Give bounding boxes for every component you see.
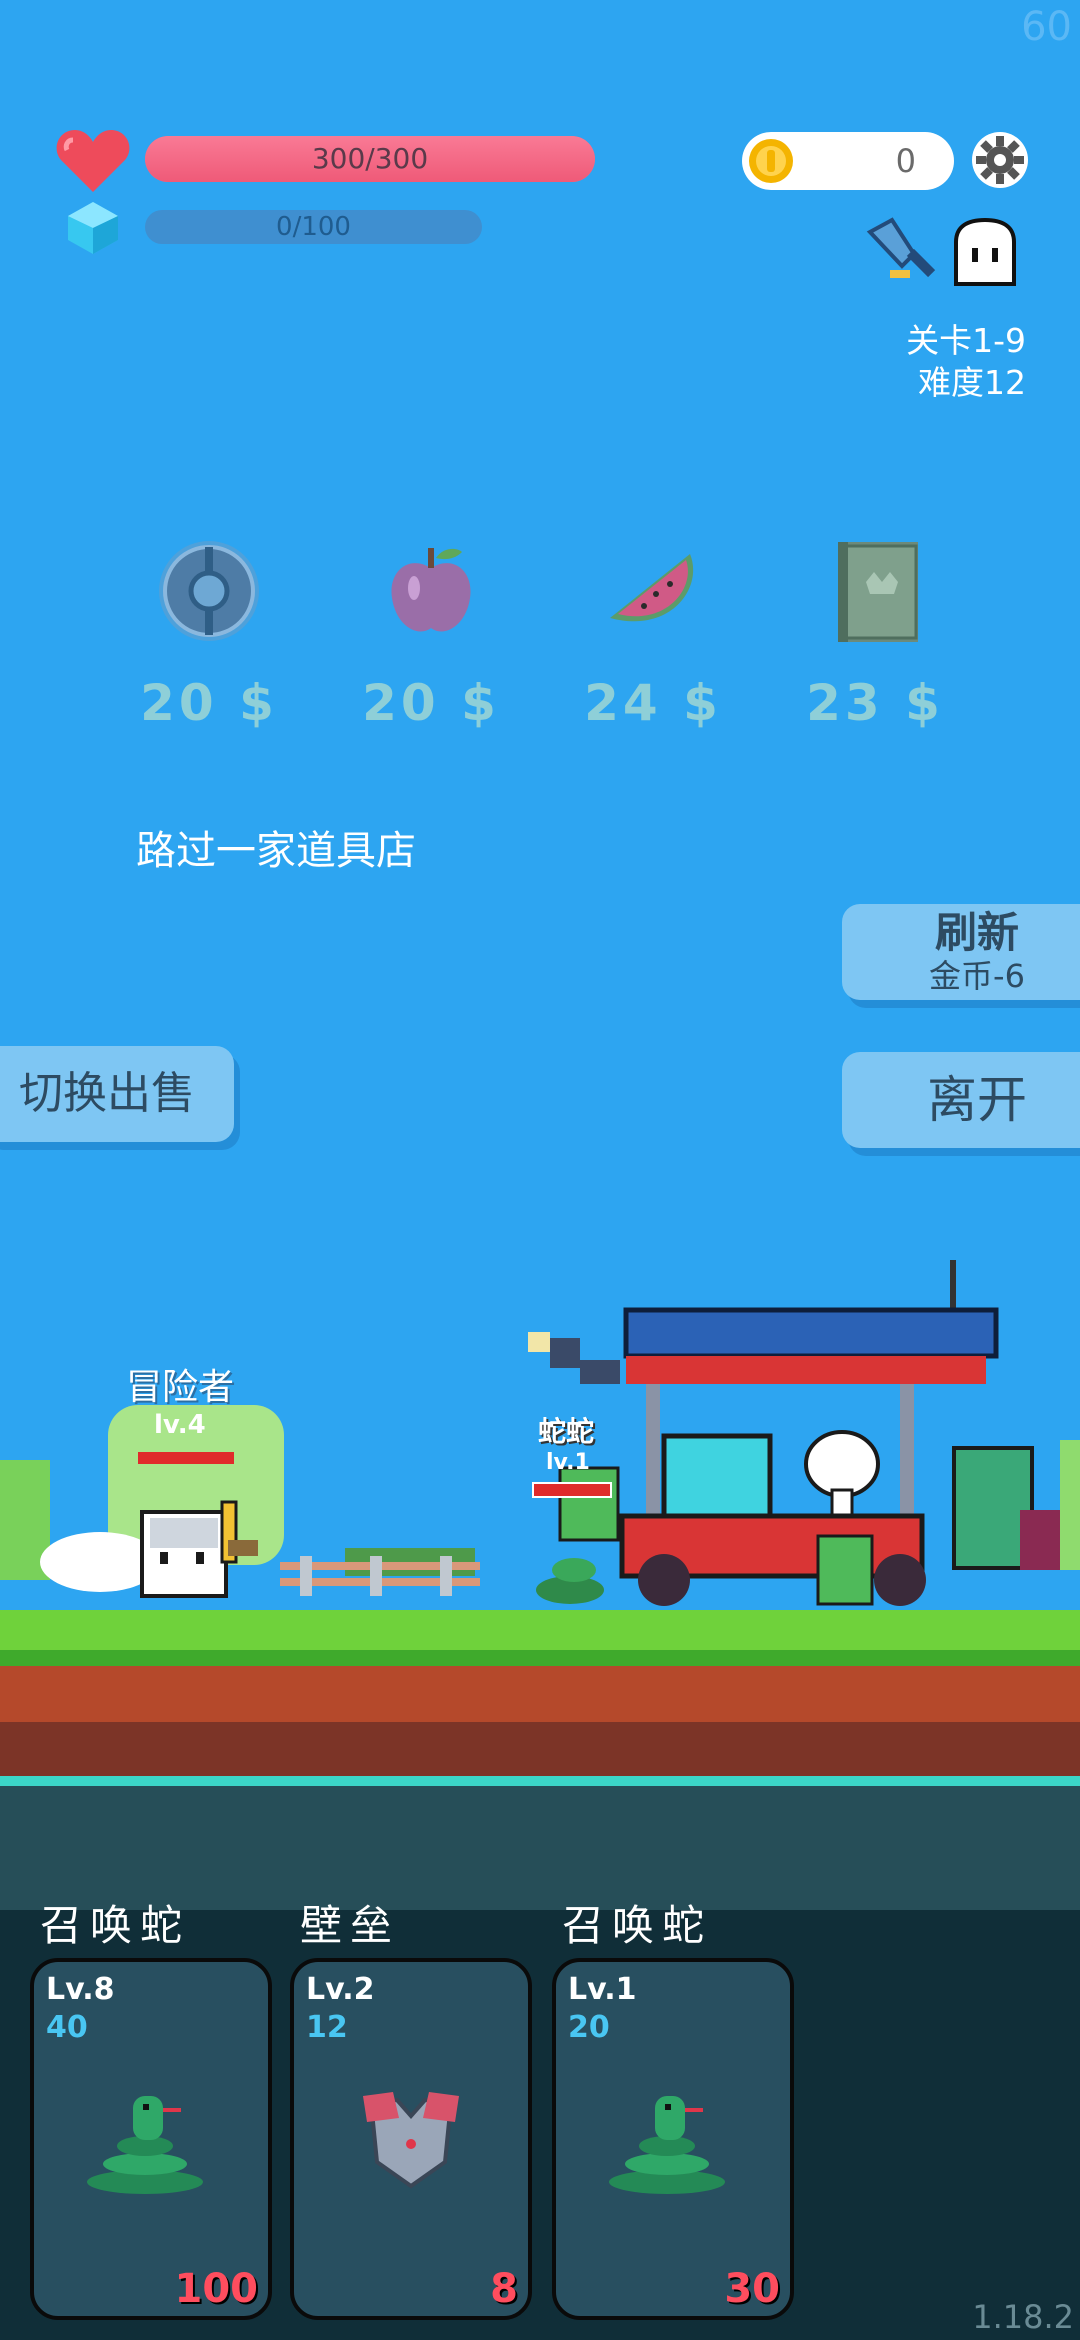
snake-level: lv.1 — [546, 1450, 590, 1475]
shop-item-book[interactable]: 23 $ — [790, 528, 960, 748]
card-bastion[interactable]: Lv.2 12 8 — [290, 1958, 532, 2320]
coin-value: 0 — [895, 142, 916, 180]
mana-bar: 0/100 — [145, 210, 482, 244]
card-summon-snake-2[interactable]: Lv.1 20 30 — [552, 1958, 794, 2320]
refresh-label: 刷新 — [934, 908, 1019, 957]
apple-icon — [391, 548, 471, 632]
shop-item-apple[interactable]: 20 $ — [346, 528, 516, 748]
shop-item-watermelon[interactable]: 24 $ — [568, 528, 738, 748]
shop-wagon-sprite — [619, 1260, 1060, 1606]
card-level: Lv.2 — [306, 1972, 375, 2007]
level-info: 关卡1-9 难度12 — [906, 320, 1026, 404]
ghost-companion-icon[interactable] — [948, 218, 1022, 292]
card-title: 壁垒 — [300, 1901, 401, 1950]
shop-price: 23 $ — [806, 674, 944, 732]
snake-name: 蛇蛇 — [538, 1415, 595, 1448]
mana-text: 0/100 — [276, 212, 351, 242]
weapon-icon[interactable] — [862, 214, 942, 294]
adventurer-hp-bar — [138, 1452, 234, 1464]
card-cost: 12 — [306, 2010, 348, 2045]
heart-icon — [56, 130, 130, 192]
bat-enemy-sprite — [528, 1332, 620, 1384]
coin-icon — [749, 139, 793, 183]
snake-icon — [87, 2096, 203, 2194]
stage-label: 关卡1-9 — [906, 321, 1026, 360]
refresh-cost: 金币-6 — [929, 957, 1025, 995]
armor-icon — [363, 2092, 459, 2189]
watermelon-icon — [610, 554, 694, 622]
hp-bar: 300/300 — [145, 136, 595, 182]
adventurer-level: lv.4 — [154, 1410, 206, 1440]
version-label: 1.18.2 — [972, 2298, 1074, 2336]
snake-icon — [609, 2096, 725, 2194]
card-power: 30 — [724, 2266, 780, 2312]
shop-price: 20 $ — [140, 674, 278, 732]
shop-item-shield[interactable]: 20 $ — [124, 528, 294, 748]
card-cost: 40 — [46, 2010, 88, 2045]
leave-button[interactable]: 离开 — [842, 1052, 1080, 1148]
adventurer-name: 冒险者 — [126, 1367, 235, 1408]
card-title: 召唤蛇 — [40, 1901, 191, 1950]
hp-text: 300/300 — [311, 142, 429, 175]
book-icon — [838, 542, 918, 642]
mana-gem-icon — [68, 202, 118, 254]
shop-price: 20 $ — [362, 674, 500, 732]
coin-counter: 0 — [742, 132, 954, 190]
card-level: Lv.8 — [46, 1972, 115, 2007]
card-power: 100 — [174, 2266, 259, 2312]
card-cost: 20 — [568, 2010, 610, 2045]
shield-icon — [159, 541, 259, 641]
refresh-button[interactable]: 刷新 金币-6 — [842, 904, 1080, 1000]
card-level: Lv.1 — [568, 1972, 637, 2007]
shop-price: 24 $ — [584, 674, 722, 732]
settings-gear-icon[interactable] — [970, 130, 1030, 190]
snake-hp-bar — [532, 1482, 612, 1498]
difficulty-label: 难度12 — [918, 363, 1026, 402]
fps-counter: 60 — [1021, 4, 1072, 50]
event-text: 路过一家道具店 — [136, 828, 416, 874]
card-power: 8 — [490, 2266, 518, 2312]
card-title: 召唤蛇 — [562, 1901, 713, 1950]
switch-sell-button[interactable]: 切换出售 — [0, 1046, 234, 1142]
fence — [280, 1556, 480, 1596]
card-summon-snake-1[interactable]: Lv.8 40 100 — [30, 1958, 272, 2320]
